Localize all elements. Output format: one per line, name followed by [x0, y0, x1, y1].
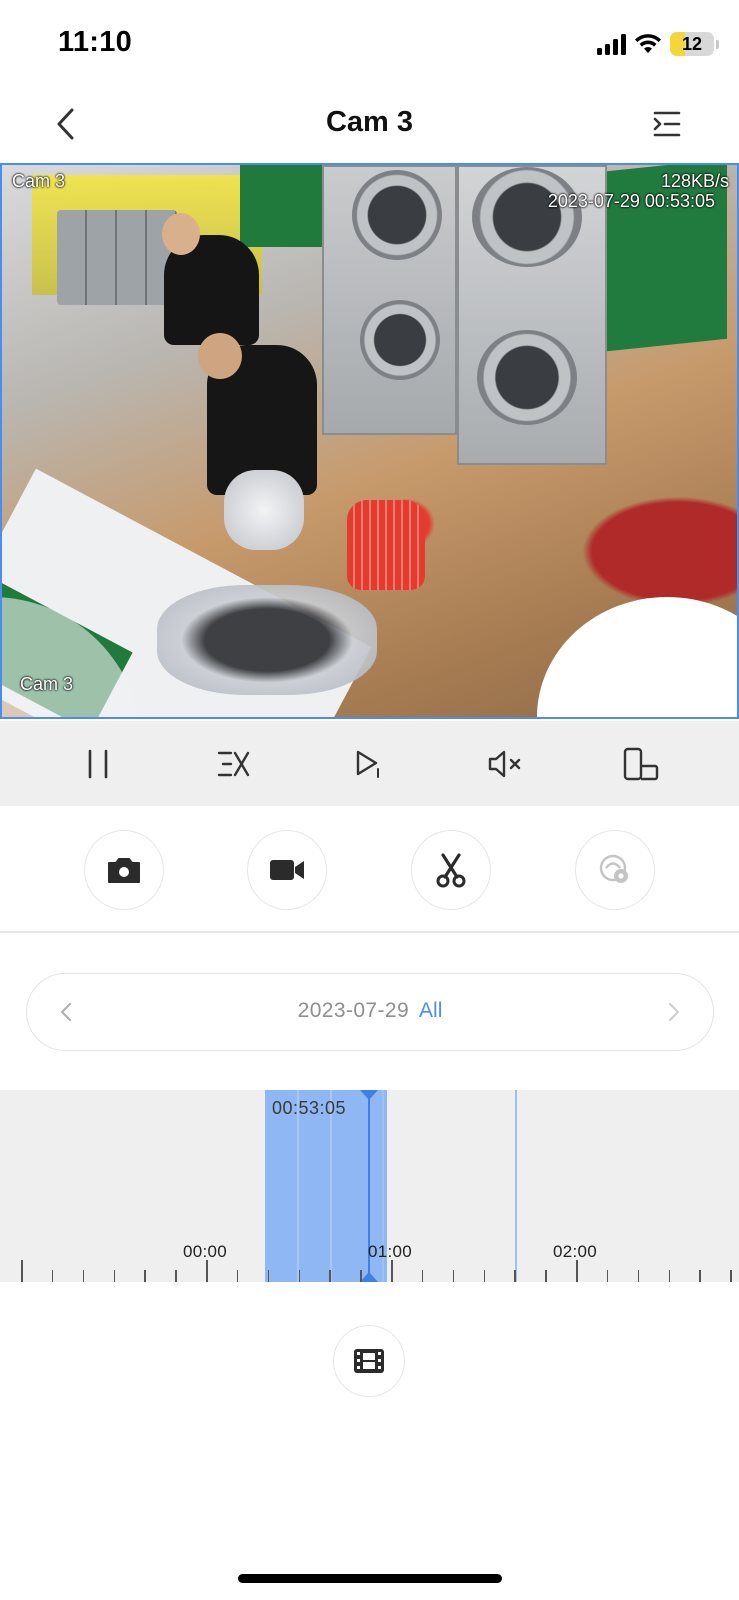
- timeline-minor-tick: [360, 1270, 362, 1282]
- timeline-minor-tick: [113, 1270, 115, 1282]
- timeline-minor-tick: [452, 1270, 455, 1282]
- timeline-minor-tick: [545, 1270, 547, 1282]
- timeline-minor-tick: [514, 1270, 516, 1282]
- date-display[interactable]: 2023-07-29 All: [27, 999, 713, 1023]
- pause-icon: [88, 749, 108, 778]
- playback-speed-button[interactable]: [204, 734, 264, 794]
- timeline-minor-tick: [730, 1270, 732, 1282]
- pause-button[interactable]: [68, 734, 128, 794]
- timeline-minor-tick: [298, 1270, 300, 1282]
- timeline-minor-tick: [483, 1270, 485, 1282]
- mute-button[interactable]: [475, 734, 535, 794]
- timeline-minor-tick: [421, 1270, 424, 1282]
- clip-button[interactable]: [411, 830, 491, 910]
- status-time: 11:10: [58, 26, 133, 58]
- timeline-major-tick: [391, 1260, 393, 1282]
- home-indicator: [238, 1574, 502, 1583]
- timeline-minor-tick: [329, 1270, 331, 1282]
- playback-control-bar: [0, 721, 739, 806]
- osd-bitrate: 128KB/s: [660, 171, 729, 191]
- timeline-minor-tick: [668, 1270, 670, 1282]
- timeline-major-tick: [206, 1260, 208, 1282]
- selected-date: 2023-07-29: [297, 999, 410, 1022]
- nav-bar: Cam 3: [0, 92, 739, 156]
- timeline-major-tick: [576, 1260, 578, 1282]
- speed-icon: [217, 751, 249, 776]
- speaker-muted-icon: [489, 750, 521, 777]
- video-library-button[interactable]: [333, 1325, 405, 1397]
- snapshot-button[interactable]: [84, 830, 164, 910]
- play-step-button[interactable]: [339, 734, 399, 794]
- smart-search-button[interactable]: [575, 830, 655, 910]
- page-title: Cam 3: [325, 106, 414, 138]
- chevron-right-icon: [668, 1002, 680, 1022]
- timeline-minor-tick: [267, 1270, 270, 1282]
- osd-timestamp: 2023-07-29 00:53:05: [547, 191, 715, 211]
- wifi-icon: [635, 34, 661, 53]
- timeline-minor-tick: [175, 1270, 177, 1282]
- battery-level: 12: [681, 33, 703, 54]
- action-row: [0, 830, 739, 910]
- current-time: 00:53:05: [272, 1098, 347, 1118]
- divider: [0, 931, 739, 933]
- list-indent-icon: [653, 111, 681, 137]
- status-icons: 12: [597, 30, 719, 58]
- date-selector: 2023-07-29 All: [26, 973, 714, 1051]
- filter-all[interactable]: All: [419, 999, 442, 1022]
- time-label: 02:00: [553, 1242, 598, 1261]
- timeline-minor-tick: [51, 1270, 54, 1282]
- timeline-minor-tick: [637, 1270, 640, 1282]
- next-day-button[interactable]: [655, 993, 693, 1031]
- timeline-minor-tick: [236, 1270, 239, 1282]
- timeline-minor-tick: [82, 1270, 85, 1282]
- timeline-minor-tick: [144, 1270, 146, 1282]
- video-player[interactable]: Cam 3 128KB/s 2023-07-29 00:53:05 Cam 3: [0, 163, 739, 719]
- camera-icon: [108, 858, 140, 883]
- scissors-icon: [436, 853, 466, 888]
- play-step-icon: [357, 750, 380, 778]
- channel-list-button[interactable]: [647, 104, 687, 144]
- time-label: 00:00: [183, 1242, 228, 1261]
- timeline-minor-tick: [699, 1270, 701, 1282]
- timeline-major-tick: [21, 1260, 23, 1282]
- osd-camera-name: Cam 3: [12, 171, 66, 191]
- osd-camera-label: Cam 3: [20, 674, 74, 694]
- status-bar: 11:10 12: [0, 0, 739, 90]
- signal-icon: [597, 33, 626, 55]
- playhead-top-marker: [360, 1090, 378, 1100]
- timeline[interactable]: 00:53:05 00:00 01:00 02:00: [0, 1090, 739, 1282]
- rotate-screen-icon: [623, 747, 659, 780]
- video-camera-icon: [270, 860, 304, 880]
- playhead-bottom-marker: [360, 1272, 378, 1282]
- timeline-minor-tick: [606, 1270, 609, 1282]
- time-label: 01:00: [368, 1242, 413, 1261]
- film-icon: [354, 1349, 384, 1373]
- face-search-icon: [599, 854, 628, 883]
- rotate-fullscreen-button[interactable]: [611, 734, 671, 794]
- record-button[interactable]: [247, 830, 327, 910]
- battery-icon: 12: [670, 32, 714, 56]
